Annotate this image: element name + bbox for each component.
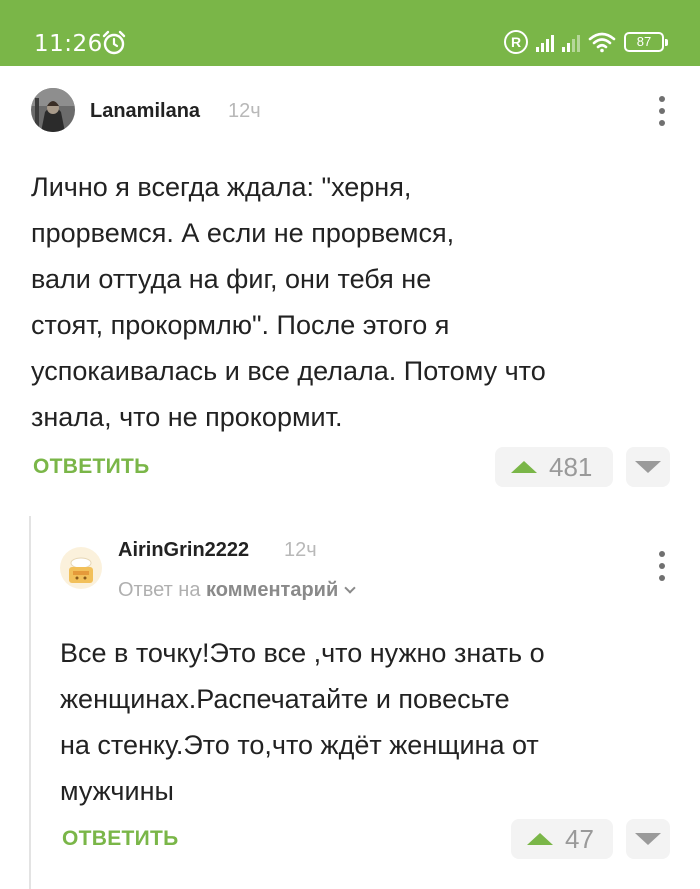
comment-text-line: мужчины (60, 776, 174, 806)
status-icons: R 87 (504, 29, 668, 55)
signal-icon (562, 32, 580, 52)
signal-icon (536, 32, 554, 52)
arrow-up-icon (511, 461, 537, 473)
arrow-up-icon (527, 833, 553, 845)
vote-up-button[interactable]: 47 (511, 819, 613, 859)
vote-down-button[interactable] (626, 819, 670, 859)
registered-icon: R (504, 30, 528, 54)
reply-to-link[interactable]: Ответ на комментарий (118, 579, 356, 602)
chevron-down-icon (344, 582, 356, 594)
comment-text-line: женщинах.Распечатайте и повесьте (60, 684, 510, 714)
comment-author[interactable]: AirinGrin2222 (118, 539, 249, 562)
comment-text: Все в точку!Это все ,что нужно знать о ж… (60, 630, 545, 814)
comment-text-line: Лично я всегда ждала: "херня, (31, 172, 412, 202)
vote-count: 47 (565, 823, 594, 854)
comment-time: 12ч (228, 100, 261, 122)
avatar[interactable] (60, 547, 102, 589)
battery-icon: 87 (624, 32, 668, 52)
comment-text-line: прорвемся. А если не прорвемся, (31, 218, 455, 248)
comment-time: 12ч (284, 539, 317, 561)
wifi-icon (588, 32, 616, 53)
alarm-icon (102, 30, 126, 55)
status-time: 11:26 (34, 31, 103, 57)
comment-text-line: на стенку.Это то,что ждёт женщина от (60, 730, 539, 760)
comment-text: Лично я всегда ждала: "херня, прорвемся.… (31, 164, 546, 440)
comment-text-line: стоят, прокормлю". После этого я (31, 310, 450, 340)
thread-line (29, 516, 31, 889)
comment-author[interactable]: Lanamilana (90, 100, 200, 123)
arrow-down-icon (635, 833, 661, 845)
vote-up-button[interactable]: 481 (495, 447, 613, 487)
comment-text-line: Все в точку!Это все ,что нужно знать о (60, 638, 545, 668)
more-options-icon[interactable] (657, 551, 667, 581)
vote-count: 481 (549, 451, 593, 482)
reply-to-prefix: Ответ на (118, 579, 201, 601)
comment-text-line: успокаивалась и все делала. Потому что (31, 356, 546, 386)
more-options-icon[interactable] (657, 96, 667, 126)
vote-down-button[interactable] (626, 447, 670, 487)
avatar[interactable] (31, 88, 75, 132)
comment-text-line: вали оттуда на фиг, они тебя не (31, 264, 432, 294)
status-bar: 11:26 R 87 (0, 0, 700, 66)
reply-to-target: комментарий (206, 579, 339, 601)
comment-text-line: знала, что не прокормит. (31, 402, 343, 432)
arrow-down-icon (635, 461, 661, 473)
reply-button[interactable]: ОТВЕТИТЬ (33, 455, 150, 479)
reply-button[interactable]: ОТВЕТИТЬ (62, 827, 179, 851)
